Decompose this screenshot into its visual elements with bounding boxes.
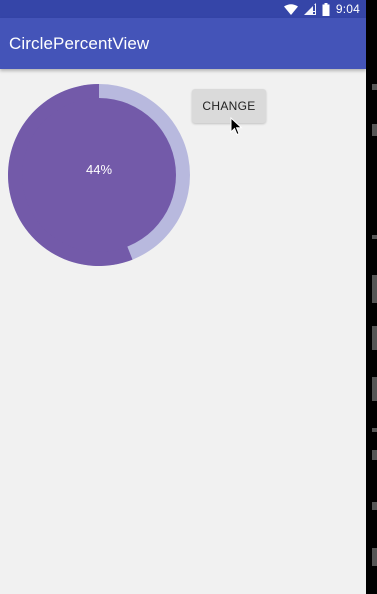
wifi-icon [283,3,298,15]
status-icons: 9:04 [283,0,360,18]
status-bar: 9:04 [0,0,366,18]
battery-icon [322,2,330,16]
percent-label: 44% [85,161,113,177]
screen-edge-strip [366,0,377,594]
circle-percent-view: 44% [8,84,190,266]
cell-signal-icon [303,3,316,15]
mouse-pointer-icon [230,117,243,136]
status-time: 9:04 [335,2,360,16]
change-button[interactable]: CHANGE [192,89,266,123]
content-area: 44% CHANGE [0,69,366,594]
app-bar: CirclePercentView [0,18,366,69]
app-title: CirclePercentView [9,33,150,53]
phone-screen: 9:04 CirclePercentView 44% CHANGE [0,0,366,594]
